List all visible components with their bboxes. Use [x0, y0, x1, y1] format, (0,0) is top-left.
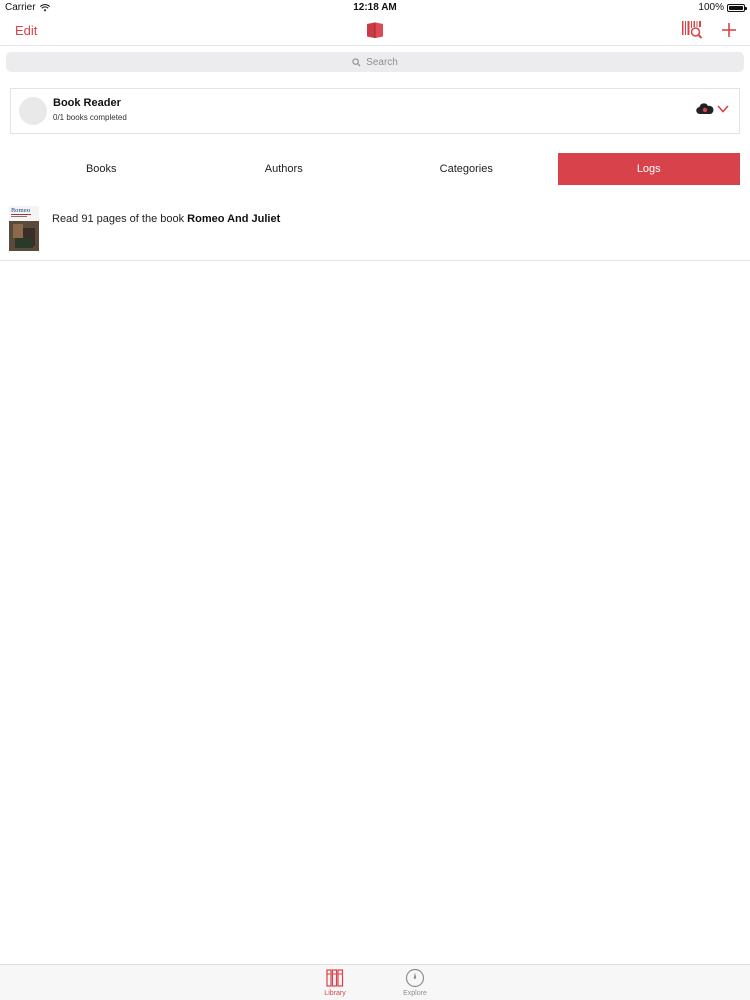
search-placeholder: Search [366, 56, 398, 68]
status-bar: Carrier 12:18 AM 100% [0, 0, 750, 16]
chevron-down-icon[interactable] [716, 103, 730, 115]
tab-logs[interactable]: Logs [557, 153, 740, 185]
navigation-bar: Edit [0, 16, 750, 46]
cover-title: Romeo [11, 208, 31, 214]
battery-icon [727, 3, 747, 12]
tab-authors[interactable]: Authors [193, 153, 376, 185]
tabbar-explore-label: Explore [403, 990, 427, 997]
profile-name: Book Reader [53, 97, 121, 109]
tabbar-explore[interactable]: Explore [395, 968, 435, 997]
library-icon [326, 969, 344, 987]
segmented-tabs: Books Authors Categories Logs [10, 153, 740, 185]
log-book-title[interactable]: Romeo And Juliet [187, 213, 280, 225]
status-time: 12:18 AM [353, 2, 397, 13]
book-cover-thumbnail: Romeo [9, 206, 39, 251]
log-prefix: Read 91 pages of the book [52, 213, 188, 225]
profile-progress: 0/1 books completed [53, 113, 127, 122]
tabbar-library[interactable]: Library [315, 968, 355, 997]
plus-icon[interactable] [719, 20, 739, 40]
battery-percent: 100% [698, 2, 724, 13]
cloud-sync-icon [696, 103, 714, 115]
log-text: Read 91 pages of the book Romeo And Juli… [52, 213, 280, 225]
search-icon [352, 57, 361, 67]
app-screen: Carrier 12:18 AM 100% Edit Search Book R… [0, 0, 750, 1000]
avatar [19, 97, 47, 125]
book-cover-image: Romeo [9, 206, 39, 251]
barcode-scan-icon[interactable] [681, 20, 703, 40]
profile-card[interactable]: Book Reader 0/1 books completed [10, 88, 740, 134]
search-input[interactable]: Search [6, 52, 744, 72]
bottom-tab-bar: Library Explore [0, 964, 750, 1000]
edit-button[interactable]: Edit [15, 23, 37, 38]
compass-icon [405, 968, 425, 988]
status-right: 100% [698, 2, 747, 13]
red-book-icon [367, 22, 383, 38]
tab-books[interactable]: Books [10, 153, 193, 185]
tab-categories[interactable]: Categories [375, 153, 558, 185]
list-item[interactable]: Romeo Read 91 pages of the book Romeo An… [0, 201, 750, 261]
tabbar-library-label: Library [324, 990, 346, 997]
